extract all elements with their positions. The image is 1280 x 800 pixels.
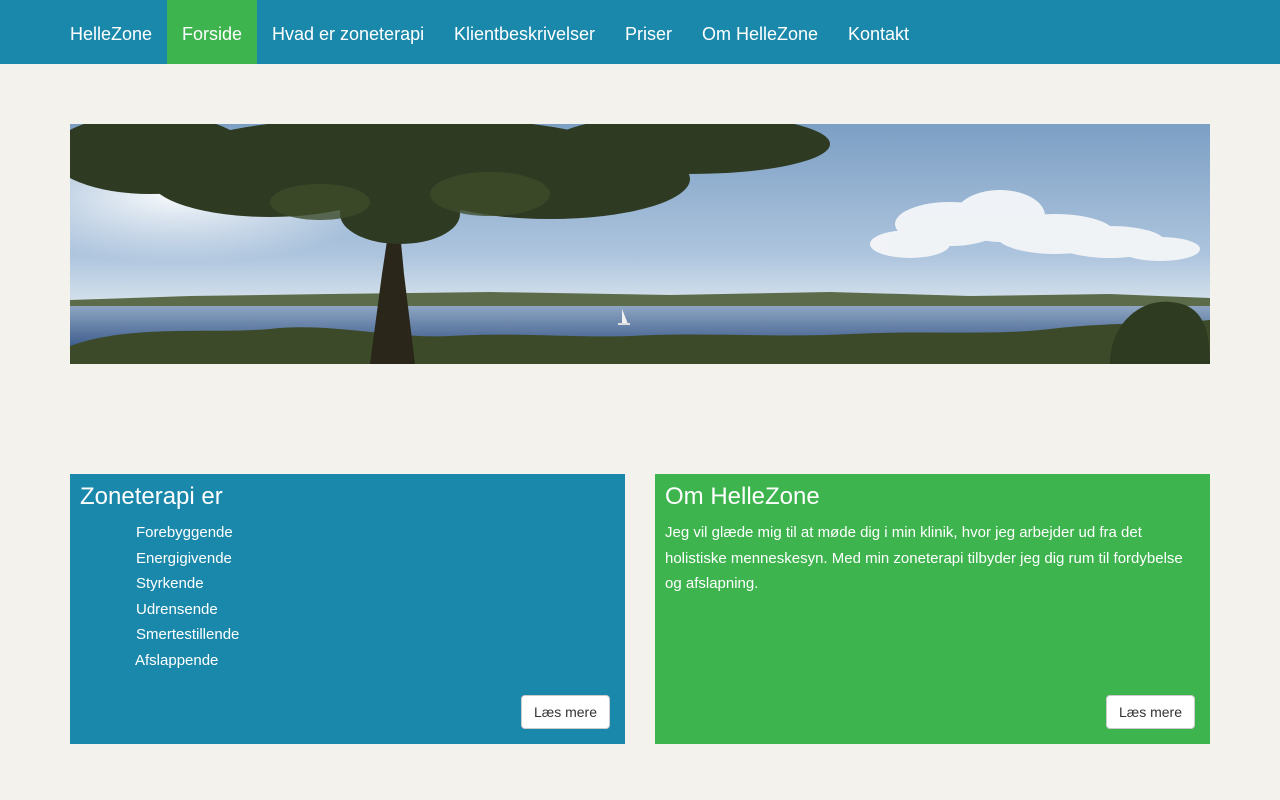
list-item: Styrkende — [136, 575, 204, 593]
read-more-zoneterapi-button[interactable]: Læs mere — [520, 695, 610, 729]
panel-om-text: Jeg vil glæde mig til at møde dig i min … — [665, 524, 1183, 593]
panel-zoneterapi-title: Zoneterapi er — [80, 483, 223, 510]
nav-item-om-hellezone[interactable]: Om HelleZone — [687, 0, 833, 64]
hero-image — [70, 124, 1210, 364]
read-more-om-button[interactable]: Læs mere — [1105, 695, 1195, 729]
benefits-list: Forebyggende Energigivende Styrkende Udr… — [80, 520, 615, 674]
nav-item-forside[interactable]: Forside — [167, 0, 257, 64]
nav-item-kontakt[interactable]: Kontakt — [833, 0, 924, 64]
list-item: Smertestillende — [136, 626, 240, 644]
list-item: Energigivende — [136, 549, 232, 567]
nav-item-priser[interactable]: Priser — [610, 0, 687, 64]
nav-brand[interactable]: HelleZone — [55, 0, 167, 64]
panel-zoneterapi: Zoneterapi er Forebyggende Energigivende… — [70, 474, 625, 744]
panel-om-hellezone: Om HelleZone Jeg vil glæde mig til at mø… — [655, 474, 1210, 744]
list-item: Forebyggende — [136, 524, 233, 541]
list-item: Udrensende — [136, 600, 218, 618]
list-item: Afslappende — [135, 651, 219, 669]
panel-om-title: Om HelleZone — [665, 483, 820, 510]
top-navbar: HelleZone Forside Hvad er zoneterapi Kli… — [0, 0, 1280, 64]
lake-landscape-image — [70, 124, 1210, 364]
nav-item-hvad-er-zoneterapi[interactable]: Hvad er zoneterapi — [257, 0, 439, 64]
nav-item-klientbeskrivelser[interactable]: Klientbeskrivelser — [439, 0, 610, 64]
